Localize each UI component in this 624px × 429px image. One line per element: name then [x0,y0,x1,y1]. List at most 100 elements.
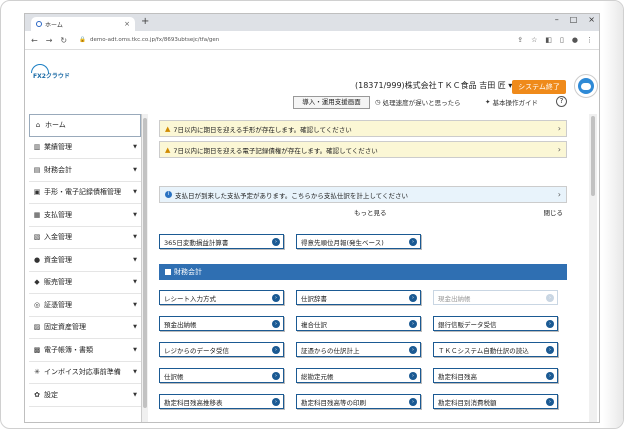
sidebar-item-label: 入金管理 [44,233,72,242]
shortcut-button[interactable]: 勘定科目残高 › [433,368,558,383]
sidebar-item-10[interactable]: ▩ 電子帳簿・書類 ▼ [29,339,141,362]
shortcut-button[interactable]: 銀行信販データ受信 › [433,316,558,331]
clock-icon: ◷ [375,98,381,106]
sidebar-scrollbar[interactable] [142,114,148,422]
sidebar-item-8[interactable]: ◎ 証憑管理 ▼ [29,294,141,317]
sidebar-scroll-thumb[interactable] [143,118,147,408]
shortcut-button[interactable]: 総勘定元帳 › [296,368,421,383]
frame-shadow [603,1,623,428]
sidebar-item-label: ホーム [45,121,66,130]
shortcut-button[interactable]: 勘定科目別消費税額 › [433,394,558,409]
notice-footer: もっと見る 閉じる [159,206,567,218]
notice-payment-due[interactable]: i 支払日が到来した支払予定があります。こちらから支払仕訳を計上してください › [159,186,567,203]
sidebar-item-9[interactable]: ▨ 固定資産管理 ▼ [29,317,141,339]
payment-icon: ▦ [33,210,41,219]
home-icon: ⌂ [35,121,41,130]
sidebar-item-0[interactable]: ⌂ ホーム [29,114,141,137]
shortcut-button[interactable]: 365日変動損益計算書 › [159,234,284,249]
main-scrollbar[interactable] [589,114,597,422]
sidebar-item-5[interactable]: ▧ 入金管理 ▼ [29,227,141,249]
browser-actions: ⇪ ☆ ◧ ▯ ● ⋮ [517,36,593,44]
close-window-icon[interactable]: × [588,15,595,24]
share-icon[interactable]: ⇪ [517,36,523,44]
shortcut-label: 得意先順位月報(発生ベース) [301,238,384,247]
arrow-circle-icon: › [546,319,554,328]
shortcut-button[interactable]: 仕訳帳 › [159,368,284,383]
sidebar-item-2[interactable]: ▤ 財務会計 ▼ [29,159,141,182]
notice-bill-due[interactable]: ▲ 7日以内に期日を迎える手形が存在します。確認してください › [159,120,567,137]
shortcut-label: 365日変動損益計算書 [164,238,229,247]
arrow-circle-icon: › [409,237,417,246]
company-user[interactable]: (18371/999)株式会社ＴＫＣ食品 吉田 匠 ▾ [355,80,512,91]
extensions-icon[interactable]: ◧ [545,36,552,44]
main-scroll-thumb[interactable] [591,116,595,196]
sidebar-item-label: 固定資産管理 [44,323,86,332]
shortcut-button[interactable]: 証憑からの仕訳計上 › [296,342,421,357]
sidebar-item-1[interactable]: ▥ 業績管理 ▼ [29,137,141,159]
help-icon[interactable]: ? [556,96,567,107]
caret-down-icon: ▼ [133,166,137,173]
shortcut-button[interactable]: 得意先順位月報(発生ベース) › [296,234,421,249]
shortcut-label: 総勘定元帳 [301,372,334,381]
maximize-icon[interactable]: □ [570,15,578,24]
shortcut-label: 勘定科目別消費税額 [438,398,497,407]
chart-icon: ▥ [33,143,41,152]
notice-text: 7日以内に期日を迎える電子記録債権が存在します。確認してください [173,146,378,155]
slow-processing-link[interactable]: ◷ 処理速度が遅いと思ったら [375,97,461,107]
shortcut-label: ＴＫＣシステム自動仕訳の読込 [438,346,529,355]
shortcut-button: 現金出納帳 › [433,290,558,305]
sidebar-item-3[interactable]: ▣ 手形・電子記録債権管理 ▼ [29,182,141,204]
sidepanel-icon[interactable]: ▯ [560,36,564,44]
close-tab-icon[interactable]: × [124,20,130,28]
shortcut-label: 預金出納帳 [164,320,197,329]
sidebar-item-label: 財務会計 [44,165,72,174]
menu-icon[interactable]: ⋮ [586,36,593,44]
shortcut-label: 勘定科目残高 [438,372,477,381]
caret-down-icon: ▼ [133,256,137,263]
browser-tab[interactable]: ホーム × [31,17,135,31]
sidebar-item-label: 業績管理 [44,143,72,152]
profile-icon[interactable]: ● [572,36,578,44]
notice-ereceivable-due[interactable]: ▲ 7日以内に期日を迎える電子記録債権が存在します。確認してください › [159,141,567,158]
sidebar-item-7[interactable]: ◆ 販売管理 ▼ [29,272,141,294]
shortcut-button[interactable]: 勘定科目残高等の印刷 › [296,394,421,409]
support-screen-button[interactable]: 導入・運用支援画面 [293,96,370,109]
book-icon: ▩ [33,345,41,354]
caret-down-icon: ▼ [133,324,137,331]
minimize-icon[interactable]: – [555,15,559,24]
fx2-logo[interactable]: FX2クラウド [31,64,71,80]
sidebar-item-6[interactable]: ● 資金管理 ▼ [29,249,141,272]
reload-icon[interactable]: ↻ [60,36,67,45]
basic-guide-link[interactable]: ✦ 基本操作ガイド [485,97,538,107]
new-tab-icon[interactable]: + [141,16,149,27]
back-icon[interactable]: ← [31,36,38,45]
url-field[interactable]: 🔒 demo-adt.oms.tkc.co.jp/fx/8693ubtsejc/… [75,34,509,47]
caret-down-icon: ▼ [133,301,137,308]
sidebar-item-4[interactable]: ▦ 支払管理 ▼ [29,204,141,227]
shortcut-label: 仕訳辞書 [301,294,327,303]
arrow-circle-icon: › [409,293,417,302]
tab-strip: ホーム × + – □ × [25,14,599,31]
shortcut-button[interactable]: 仕訳辞書 › [296,290,421,305]
arrow-circle-icon: › [272,397,280,406]
bookmark-star-icon[interactable]: ☆ [531,36,537,44]
sidebar-item-11[interactable]: ✳ インボイス対応事前準備 ▼ [29,362,141,384]
warning-icon: ▲ [165,124,171,133]
shortcut-button[interactable]: レシート入力方式 › [159,290,284,305]
shortcut-button[interactable]: 預金出納帳 › [159,316,284,331]
shutdown-button[interactable]: システム終了 [512,80,566,94]
sidebar-item-12[interactable]: ✿ 設定 ▼ [29,384,141,407]
ledger-icon: ▤ [33,165,41,174]
show-more-link[interactable]: もっと見る [354,207,387,217]
forward-icon[interactable]: → [46,36,53,45]
caret-down-icon: ▼ [133,346,137,353]
slow-processing-label: 処理速度が遅いと思ったら [382,99,461,107]
chevron-right-icon: › [557,190,561,199]
shortcut-button[interactable]: レジからのデータ受信 › [159,342,284,357]
arrow-circle-icon: › [272,237,280,246]
shortcut-button[interactable]: 勘定科目残高推移表 › [159,394,284,409]
shortcut-button[interactable]: ＴＫＣシステム自動仕訳の読込 › [433,342,558,357]
shortcut-button[interactable]: 複合仕訳 › [296,316,421,331]
arrow-circle-icon: › [546,397,554,406]
close-notices-link[interactable]: 閉じる [544,207,564,217]
